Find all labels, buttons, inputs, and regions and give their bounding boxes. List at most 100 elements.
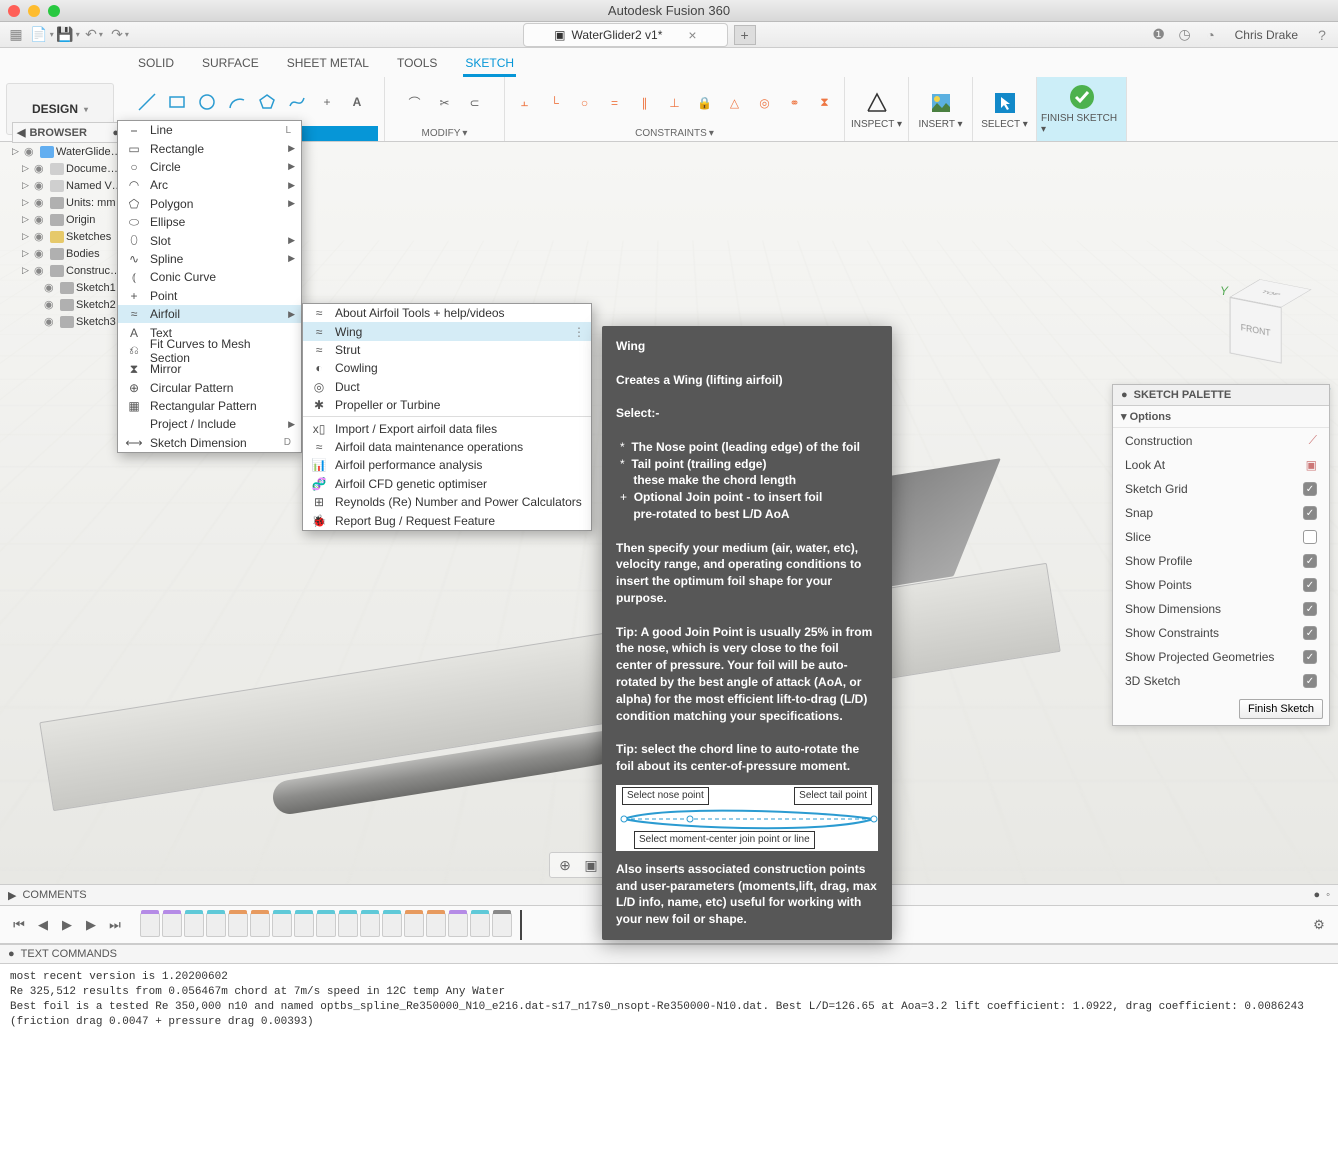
timeline-feature[interactable] [448, 913, 468, 937]
timeline-feature[interactable] [184, 913, 204, 937]
menu-item[interactable]: ⊞Reynolds (Re) Number and Power Calculat… [303, 493, 591, 511]
visibility-icon[interactable]: ◉ [34, 230, 48, 243]
timeline-feature[interactable] [250, 913, 270, 937]
timeline-feature[interactable] [470, 913, 490, 937]
menu-item[interactable]: ◐Cowling [303, 359, 591, 377]
orbit-icon[interactable]: ⊕ [556, 856, 574, 874]
timeline-feature[interactable] [404, 913, 424, 937]
checkbox[interactable]: ✓ [1303, 482, 1317, 496]
parallel-constraint-icon[interactable]: ∥ [632, 90, 658, 116]
menu-item[interactable]: ⬠Polygon▶ [118, 195, 301, 213]
menu-item[interactable]: ∿Spline▶ [118, 250, 301, 268]
tab-solid[interactable]: SOLID [136, 52, 176, 77]
airfoil-submenu[interactable]: ≈About Airfoil Tools + help/videos≈Wing⋮… [302, 303, 592, 531]
visibility-icon[interactable]: ◉ [34, 179, 48, 192]
menu-item[interactable]: +Point [118, 287, 301, 305]
new-tab-button[interactable]: + [734, 25, 756, 45]
timeline-feature[interactable] [338, 913, 358, 937]
tree-row[interactable]: ▷◉Named Views [12, 177, 124, 194]
spline-tool-icon[interactable] [284, 89, 310, 115]
finish-sketch-button[interactable]: FINISH SKETCH ▾ [1037, 77, 1127, 141]
menu-item[interactable]: ▦Rectangular Pattern [118, 397, 301, 415]
menu-item[interactable]: ○Circle▶ [118, 158, 301, 176]
tree-expand-icon[interactable]: ▷ [22, 231, 32, 242]
circle-tool-icon[interactable] [194, 89, 220, 115]
timeline-start-icon[interactable]: ⏮ [10, 916, 28, 934]
menu-item[interactable]: ✱Propeller or Turbine [303, 396, 591, 414]
window-controls[interactable] [8, 5, 60, 17]
menu-item[interactable]: ⊕Circular Pattern [118, 378, 301, 396]
view-cube[interactable]: Y TOP FRONT LEFT Z [1230, 292, 1320, 382]
menu-item[interactable]: ⦅Conic Curve [118, 268, 301, 286]
menu-item[interactable]: 🧬Airfoil CFD genetic optimiser [303, 475, 591, 493]
tree-row[interactable]: ▷◉WaterGlider2 v1 [12, 143, 124, 160]
horizontal-constraint-icon[interactable]: ⫠ [512, 90, 538, 116]
visibility-icon[interactable]: ◉ [34, 162, 48, 175]
checkbox[interactable]: ✓ [1303, 530, 1317, 544]
tree-expand-icon[interactable]: ▷ [22, 163, 32, 174]
menu-item[interactable]: ≈Strut [303, 341, 591, 359]
minimize-icon[interactable] [28, 5, 40, 17]
finish-sketch-palette-button[interactable]: Finish Sketch [1239, 699, 1323, 719]
save-icon[interactable]: 💾▾ [58, 25, 78, 45]
menu-item[interactable]: ⧗Mirror [118, 360, 301, 378]
polygon-tool-icon[interactable] [254, 89, 280, 115]
text-commands-header[interactable]: ● TEXT COMMANDS [0, 944, 1338, 964]
trim-tool-icon[interactable]: ✂ [432, 90, 458, 116]
browser-tree[interactable]: ▷◉WaterGlider2 v1▷◉Document Settings▷◉Na… [12, 143, 124, 330]
tree-expand-icon[interactable]: ▷ [22, 248, 32, 259]
point-tool-icon[interactable]: + [314, 89, 340, 115]
timeline-forward-icon[interactable]: ▶ [82, 916, 100, 934]
timeline-settings-icon[interactable]: ⚙ [1310, 916, 1328, 934]
tree-expand-icon[interactable]: ▷ [22, 214, 32, 225]
visibility-icon[interactable]: ◉ [34, 247, 48, 260]
notification-icon[interactable]: ❶ [1149, 25, 1169, 45]
rectangle-tool-icon[interactable] [164, 89, 190, 115]
menu-item[interactable]: Project / Include▶ [118, 415, 301, 433]
help-icon[interactable]: ? [1312, 25, 1332, 45]
menu-item[interactable]: ≈Wing⋮ [303, 322, 591, 340]
select-button[interactable]: SELECT ▾ [973, 77, 1037, 141]
undo-icon[interactable]: ↶▾ [84, 25, 104, 45]
tree-expand-icon[interactable]: ▷ [22, 197, 32, 208]
visibility-icon[interactable]: ◉ [34, 264, 48, 277]
fix-constraint-icon[interactable]: 🔒 [692, 90, 718, 116]
modify-group-label[interactable]: MODIFY ▾ [422, 128, 468, 141]
browser-header[interactable]: ◀ BROWSER ● [12, 122, 124, 143]
visibility-icon[interactable]: ◉ [44, 298, 58, 311]
tab-surface[interactable]: SURFACE [200, 52, 261, 77]
tree-row[interactable]: ▷◉Units: mm [12, 194, 124, 211]
checkbox[interactable]: ✓ [1303, 554, 1317, 568]
equal-constraint-icon[interactable]: = [602, 90, 628, 116]
menu-item[interactable]: ◠Arc▶ [118, 176, 301, 194]
user-name[interactable]: Chris Drake [1235, 28, 1298, 42]
palette-header[interactable]: ● SKETCH PALETTE [1113, 385, 1329, 406]
perpendicular-constraint-icon[interactable]: ⊥ [662, 90, 688, 116]
file-icon[interactable]: 📄▾ [32, 25, 52, 45]
tree-expand-icon[interactable]: ▷ [22, 265, 32, 276]
menu-item[interactable]: ◎Duct [303, 378, 591, 396]
offset-tool-icon[interactable]: ⊂ [462, 90, 488, 116]
palette-action-icon[interactable]: ▣ [1306, 458, 1317, 472]
menu-item[interactable]: ⬯Slot▶ [118, 231, 301, 249]
zoom-icon[interactable] [48, 5, 60, 17]
visibility-icon[interactable]: ◉ [44, 315, 58, 328]
timeline-feature[interactable] [382, 913, 402, 937]
tree-row[interactable]: ▷◉Construction [12, 262, 124, 279]
timeline-feature[interactable] [162, 913, 182, 937]
line-tool-icon[interactable] [134, 89, 160, 115]
collapse-icon[interactable]: ◀ [17, 126, 25, 139]
timeline-feature[interactable] [492, 913, 512, 937]
coincident-constraint-icon[interactable]: └ [542, 90, 568, 116]
tree-row[interactable]: ◉Sketch1 [12, 279, 124, 296]
visibility-icon[interactable]: ◉ [24, 145, 38, 158]
tree-row[interactable]: ▷◉Document Settings [12, 160, 124, 177]
grid-icon[interactable]: ▦ [6, 25, 26, 45]
menu-item[interactable]: ⎯LineL [118, 121, 301, 139]
menu-item[interactable]: ▭Rectangle▶ [118, 139, 301, 157]
more-icon[interactable]: ⋮ [573, 325, 585, 339]
menu-item[interactable]: ≈About Airfoil Tools + help/videos [303, 304, 591, 322]
timeline-feature[interactable] [140, 913, 160, 937]
close-tab-icon[interactable]: × [688, 27, 696, 43]
timeline-back-icon[interactable]: ◀ [34, 916, 52, 934]
